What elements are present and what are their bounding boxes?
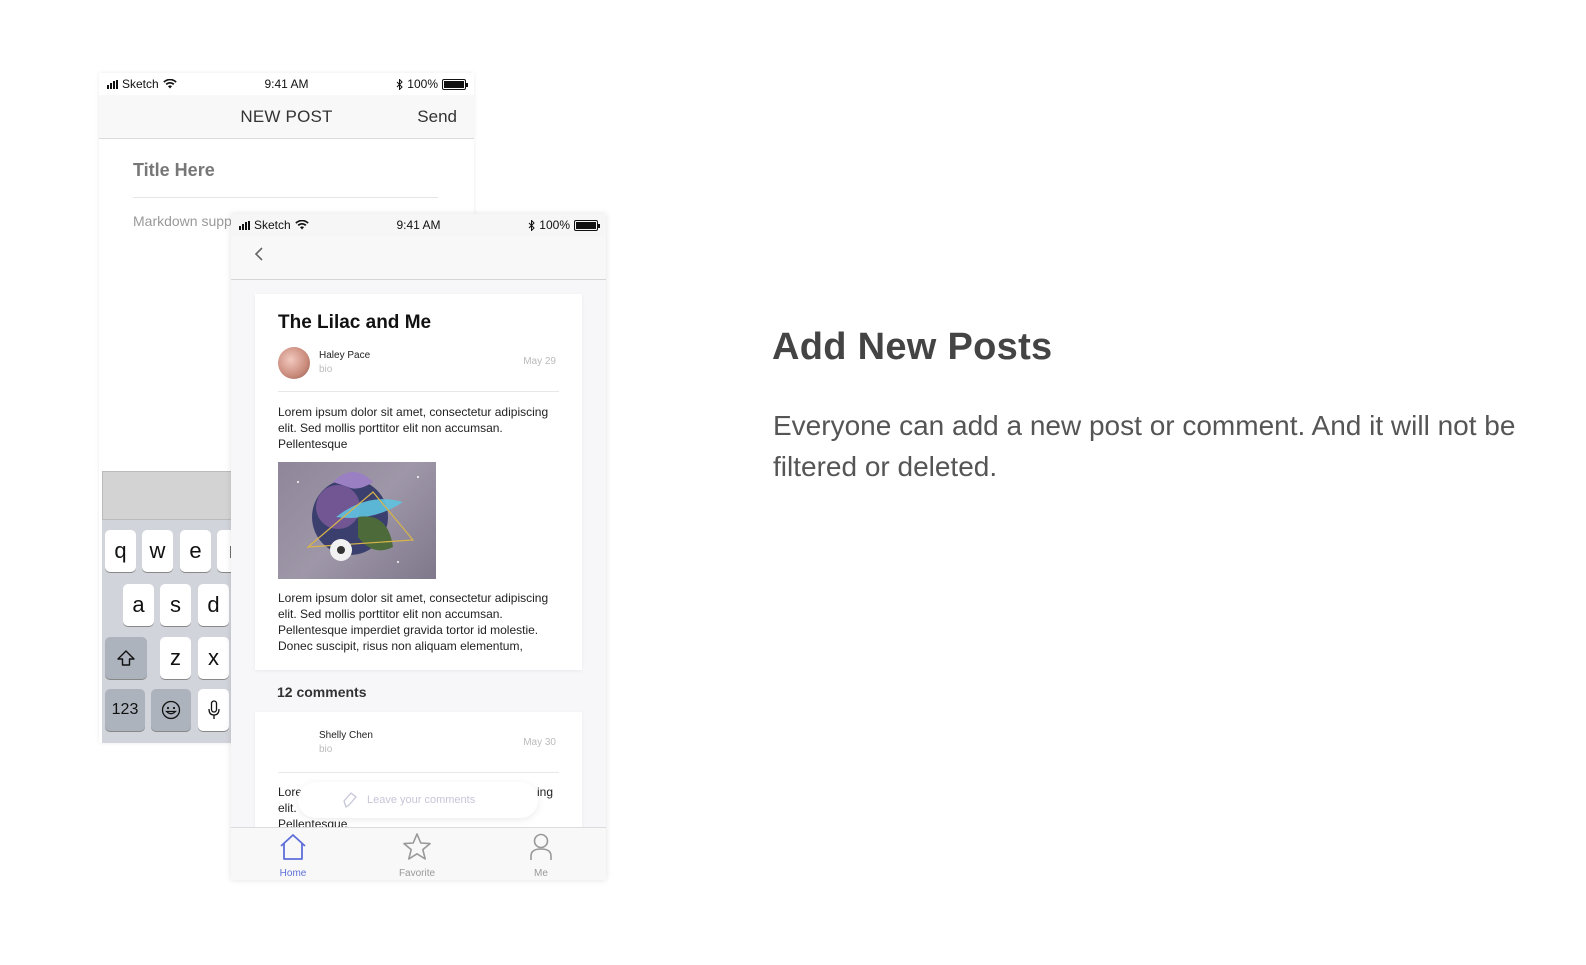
star-icon: [403, 833, 431, 860]
dictation-key[interactable]: [198, 689, 229, 731]
navigation-bar: NEW POST Send: [99, 95, 474, 139]
key-q[interactable]: q: [105, 530, 136, 572]
edit-icon: [343, 792, 357, 808]
back-button[interactable]: [253, 244, 265, 270]
key-w[interactable]: w: [142, 530, 173, 572]
key-s[interactable]: s: [160, 584, 191, 626]
divider: [278, 772, 559, 773]
commenter-name[interactable]: Shelly Chen: [319, 730, 373, 741]
commenter-bio: bio: [319, 744, 333, 755]
key-a[interactable]: a: [123, 584, 154, 626]
key-e[interactable]: e: [180, 530, 211, 572]
tab-label: Me: [534, 868, 548, 879]
feature-headline: Add New Posts: [772, 326, 1053, 368]
divider: [278, 391, 559, 392]
post-card: The Lilac and Me Haley Pace bio May 29 L…: [255, 294, 582, 670]
comment-input[interactable]: Leave your comments: [298, 782, 538, 818]
post-title: The Lilac and Me: [278, 312, 432, 333]
author-name[interactable]: Haley Pace: [319, 350, 370, 361]
key-d[interactable]: d: [198, 584, 229, 626]
status-bar: Sketch 9:41 AM 100%: [231, 214, 606, 236]
post-paragraph: Lorem ipsum dolor sit amet, consectetur …: [278, 591, 549, 653]
home-icon: [280, 834, 306, 860]
post-detail-phone: Sketch 9:41 AM 100% The Lilac and Me Hal…: [231, 214, 606, 880]
post-paragraph: Lorem ipsum dolor sit amet, consectetur …: [278, 405, 549, 451]
bluetooth-icon: [396, 78, 404, 90]
tab-label: Favorite: [398, 868, 436, 879]
status-bar: Sketch 9:41 AM 100%: [99, 73, 474, 95]
battery-icon: [574, 219, 600, 231]
post-scroll-area[interactable]: The Lilac and Me Haley Pace bio May 29 L…: [231, 280, 606, 827]
body-input[interactable]: Markdown supp: [133, 213, 232, 229]
post-date: May 29: [523, 356, 556, 367]
tab-me[interactable]: Me: [511, 832, 571, 879]
feature-description: Everyone can add a new post or comment. …: [773, 410, 1516, 482]
chevron-left-icon: [254, 247, 263, 261]
comment-text-end: ing: [537, 785, 554, 799]
tab-bar: Home Favorite Me: [231, 827, 606, 880]
tab-favorite[interactable]: Favorite: [387, 832, 447, 879]
comments-count: 12 comments: [277, 684, 367, 700]
comment-input-placeholder: Leave your comments: [367, 794, 476, 806]
battery-percent: 100%: [407, 77, 438, 91]
collage-illustration: [297, 472, 419, 563]
canvas: Sketch 9:41 AM 100% NEW POST Send Title …: [0, 0, 1586, 965]
tab-label: Home: [279, 868, 307, 879]
microphone-icon: [207, 700, 220, 719]
shift-key[interactable]: [105, 637, 147, 679]
avatar[interactable]: [278, 347, 310, 379]
shift-icon: [117, 650, 135, 666]
key-z[interactable]: z: [160, 637, 191, 679]
battery-icon: [442, 78, 468, 90]
key-x[interactable]: x: [198, 637, 229, 679]
post-image[interactable]: [278, 462, 436, 579]
title-input[interactable]: Title Here: [133, 160, 438, 198]
numbers-key[interactable]: 123: [105, 689, 145, 731]
tab-home[interactable]: Home: [263, 832, 323, 879]
author-bio: bio: [319, 364, 333, 375]
person-icon: [530, 833, 552, 860]
send-button[interactable]: Send: [417, 107, 457, 127]
battery-percent: 100%: [539, 218, 570, 232]
emoji-icon: [161, 700, 181, 720]
bluetooth-icon: [528, 219, 536, 231]
emoji-key[interactable]: [151, 689, 191, 731]
comment-date: May 30: [523, 737, 556, 748]
navigation-bar: [231, 236, 606, 280]
